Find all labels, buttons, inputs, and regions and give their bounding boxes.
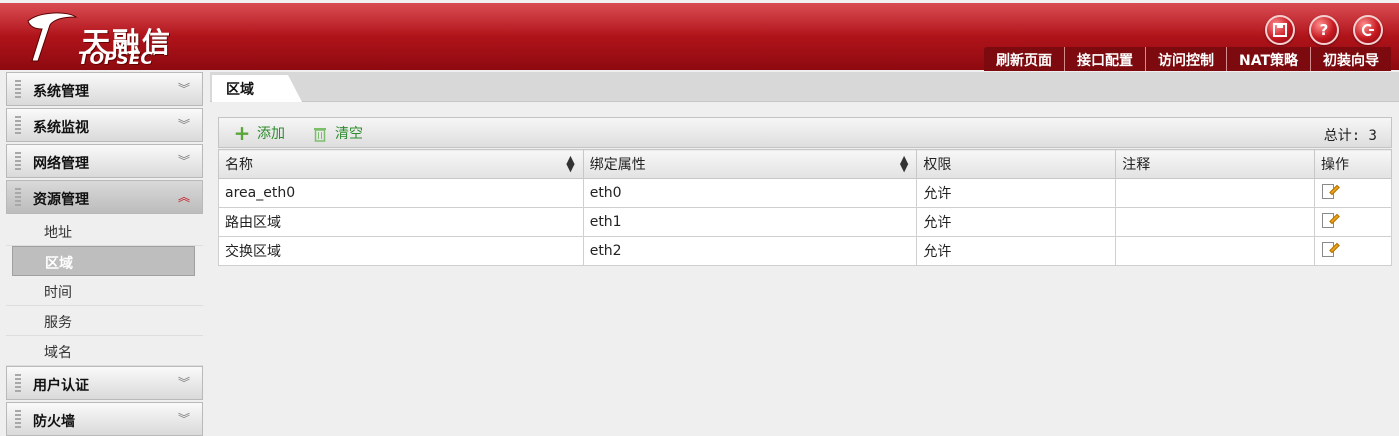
logo-swoosh-icon <box>27 12 78 62</box>
logout-icon[interactable] <box>1353 15 1383 45</box>
cell-binding: eth2 <box>582 236 918 266</box>
col-header-comment: 注释 <box>1115 149 1316 179</box>
sidebar-item-zone[interactable]: 区域 <box>12 246 195 276</box>
cell-name: 交换区域 <box>218 236 584 266</box>
sort-icon[interactable]: ▲ ▼ <box>900 154 908 173</box>
grip-icon <box>15 374 21 394</box>
plus-icon: + <box>233 121 251 145</box>
sidebar-item-domain[interactable]: 域名 <box>6 336 203 366</box>
chevron-down-icon: ︾ <box>177 82 190 96</box>
edit-icon[interactable] <box>1321 211 1340 229</box>
toolbar: + 添加 清空 总计: 3 <box>218 117 1392 148</box>
clear-button[interactable]: 清空 <box>311 123 363 143</box>
chevron-down-icon: ︾ <box>177 376 190 390</box>
sidebar-group-label: 用户认证 <box>33 378 89 394</box>
grip-icon <box>15 410 21 430</box>
tab-bar: 区域 <box>210 72 1399 102</box>
cell-comment <box>1115 207 1316 237</box>
chevron-down-icon: ︾ <box>177 118 190 132</box>
zone-table: 名称 ▲ ▼ 绑定属性 ▲ ▼ 权限 注释 操作 area_eth0 eth0 允许 路… <box>218 149 1392 266</box>
sidebar-item-address[interactable]: 地址 <box>6 216 203 246</box>
top-header: 天融信 TOPSEC ? 刷新页面 接口配置 访问控制 NAT策略 初装向导 <box>0 0 1399 71</box>
col-header-action: 操作 <box>1314 149 1392 179</box>
cell-permission: 允许 <box>916 236 1117 266</box>
sidebar: 系统管理 ︾ 系统监视 ︾ 网络管理 ︾ 资源管理 ︽ 地址 区域 时间 服务 … <box>6 72 203 436</box>
cell-action <box>1314 207 1392 237</box>
nav-interface-config[interactable]: 接口配置 <box>1063 47 1145 71</box>
nav-access-control[interactable]: 访问控制 <box>1144 47 1226 71</box>
sidebar-group-resource-management[interactable]: 资源管理 ︽ <box>6 180 203 214</box>
sidebar-group-label: 网络管理 <box>33 156 89 172</box>
cell-binding: eth1 <box>582 207 918 237</box>
clear-button-label: 清空 <box>335 126 363 142</box>
grip-icon <box>15 152 21 172</box>
sidebar-group-label: 系统管理 <box>33 84 89 100</box>
table-row[interactable]: 路由区域 eth1 允许 <box>218 207 1392 237</box>
cell-action <box>1314 178 1392 208</box>
chevron-up-icon: ︽ <box>177 190 190 204</box>
sidebar-group-firewall[interactable]: 防火墙 ︾ <box>6 402 203 436</box>
table-row[interactable]: 交换区域 eth2 允许 <box>218 236 1392 266</box>
col-header-name[interactable]: 名称 ▲ ▼ <box>218 149 584 179</box>
header-icons: ? <box>1265 15 1383 45</box>
cell-comment <box>1115 236 1316 266</box>
table-header-row: 名称 ▲ ▼ 绑定属性 ▲ ▼ 权限 注释 操作 <box>218 149 1392 179</box>
edit-icon[interactable] <box>1321 240 1340 258</box>
cell-name: 路由区域 <box>218 207 584 237</box>
header-shine <box>0 3 1399 37</box>
add-button-label: 添加 <box>257 126 285 142</box>
sidebar-group-label: 防火墙 <box>33 414 75 430</box>
sidebar-group-user-auth[interactable]: 用户认证 ︾ <box>6 366 203 400</box>
sidebar-item-service[interactable]: 服务 <box>6 306 203 336</box>
nav-refresh-page[interactable]: 刷新页面 <box>984 47 1064 71</box>
chevron-down-icon: ︾ <box>177 412 190 426</box>
add-button[interactable]: + 添加 <box>233 121 285 145</box>
cell-permission: 允许 <box>916 207 1117 237</box>
nav-nat-policy[interactable]: NAT策略 <box>1225 47 1310 71</box>
sidebar-group-label: 资源管理 <box>33 192 89 208</box>
cell-action <box>1314 236 1392 266</box>
trash-icon <box>311 124 329 142</box>
grip-icon <box>15 116 21 136</box>
top-nav: 刷新页面 接口配置 访问控制 NAT策略 初装向导 <box>983 47 1391 71</box>
col-header-permission: 权限 <box>916 149 1117 179</box>
logo-en-text: TOPSEC <box>78 49 153 69</box>
nav-setup-wizard[interactable]: 初装向导 <box>1310 47 1391 71</box>
sidebar-item-time[interactable]: 时间 <box>6 276 203 306</box>
sort-icon[interactable]: ▲ ▼ <box>566 154 574 173</box>
tab-zone[interactable]: 区域 <box>212 75 302 102</box>
col-header-binding[interactable]: 绑定属性 ▲ ▼ <box>582 149 918 179</box>
grip-icon <box>15 80 21 100</box>
cell-binding: eth0 <box>582 178 918 208</box>
sidebar-group-system-monitor[interactable]: 系统监视 ︾ <box>6 108 203 142</box>
sidebar-group-network-management[interactable]: 网络管理 ︾ <box>6 144 203 178</box>
cell-name: area_eth0 <box>218 178 584 208</box>
topsec-logo: 天融信 TOPSEC <box>20 9 180 69</box>
sidebar-group-label: 系统监视 <box>33 120 89 136</box>
save-icon[interactable] <box>1265 15 1295 45</box>
table-row[interactable]: area_eth0 eth0 允许 <box>218 178 1392 208</box>
edit-icon[interactable] <box>1321 182 1340 200</box>
chevron-down-icon: ︾ <box>177 154 190 168</box>
help-icon[interactable]: ? <box>1309 15 1339 45</box>
grip-icon <box>15 188 21 208</box>
main-panel: 区域 + 添加 清空 总计: 3 名称 ▲ ▼ 绑定属性 ▲ ▼ 权限 注释 操作 <box>210 72 1399 424</box>
cell-permission: 允许 <box>916 178 1117 208</box>
cell-comment <box>1115 178 1316 208</box>
sidebar-group-system-management[interactable]: 系统管理 ︾ <box>6 72 203 106</box>
total-count: 总计: 3 <box>1323 128 1377 144</box>
